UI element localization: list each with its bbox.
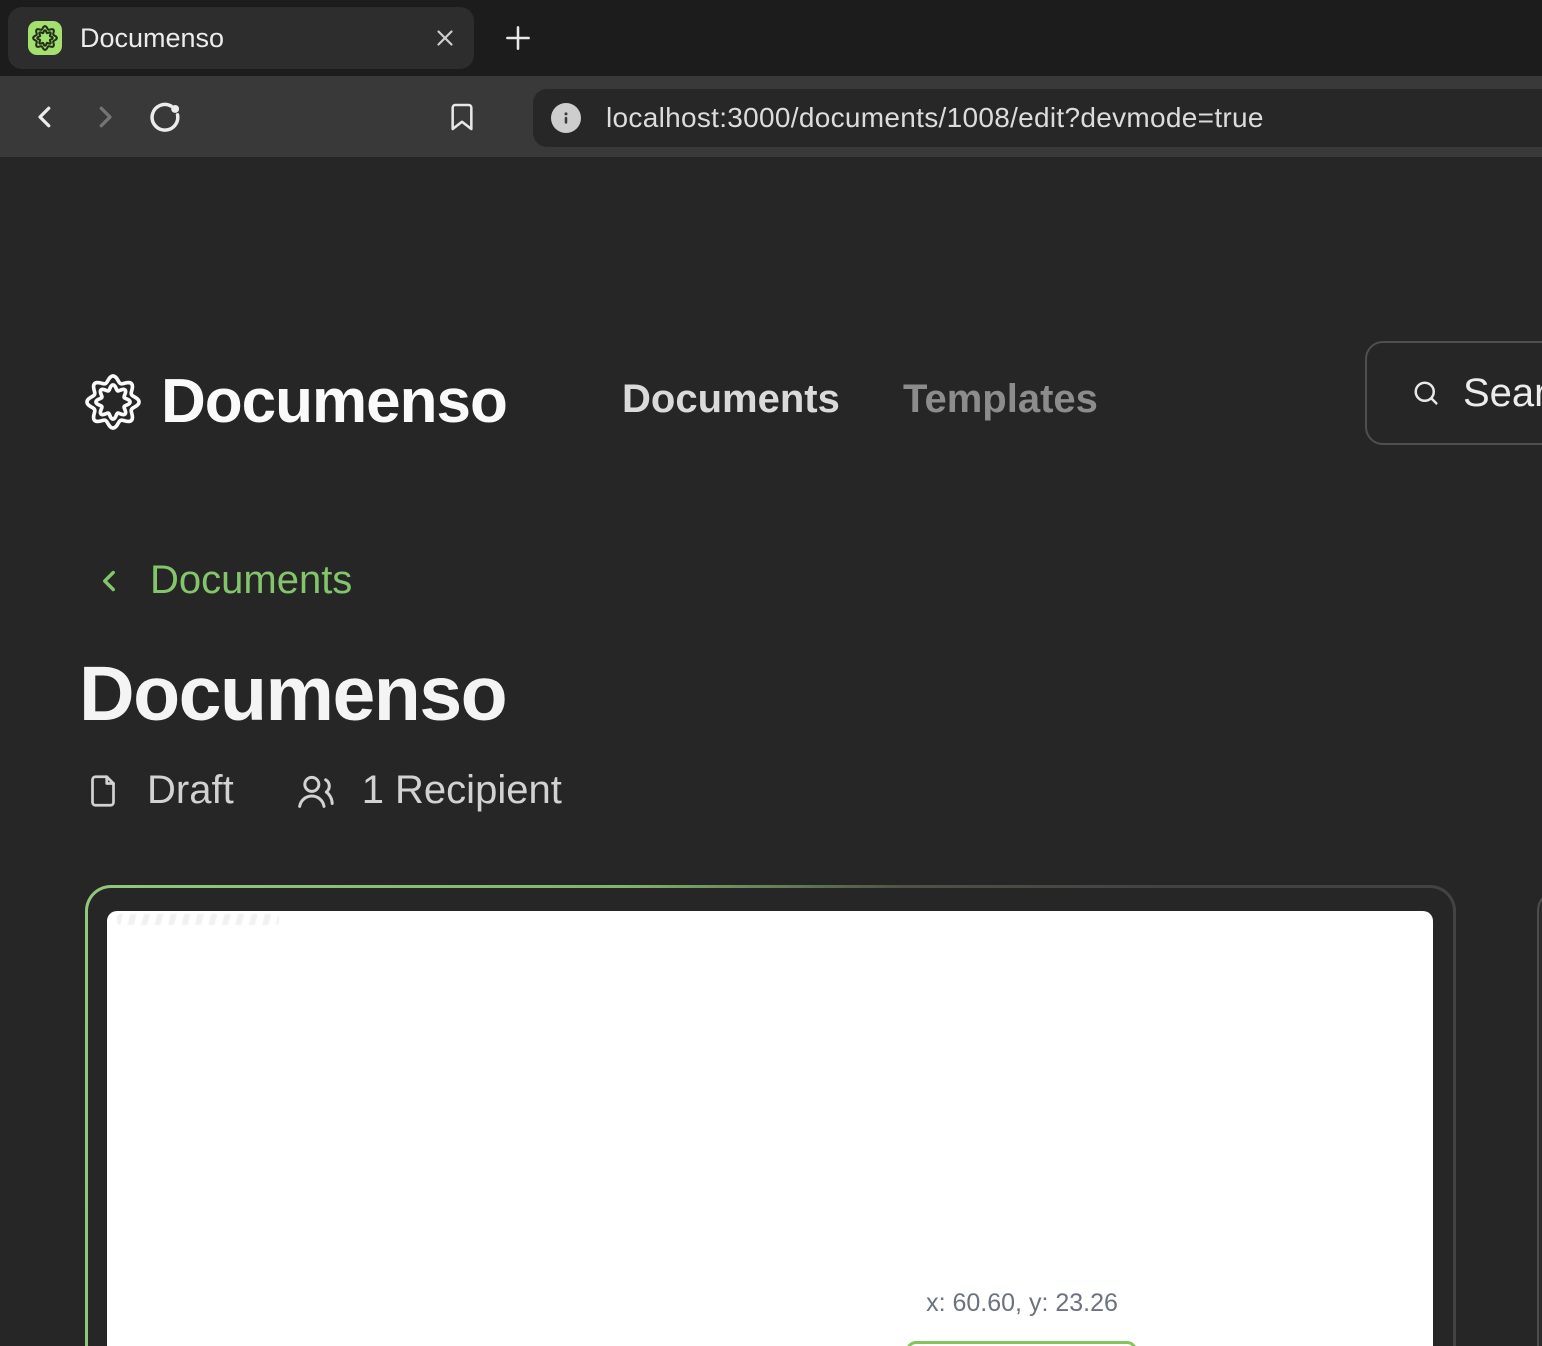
bookmark-icon xyxy=(446,101,478,133)
search-input[interactable]: Search xyxy=(1365,341,1542,445)
search-icon xyxy=(1411,378,1441,408)
recipients-badge: 1 Recipient xyxy=(296,768,562,813)
url-text: localhost:3000/documents/1008/edit?devmo… xyxy=(606,102,1264,134)
brand-name: Documenso xyxy=(161,366,507,437)
signature-field[interactable]: Signature xyxy=(906,1341,1137,1346)
chevron-right-icon xyxy=(90,102,120,132)
status-label: Draft xyxy=(147,768,234,813)
forward-button[interactable] xyxy=(90,102,120,132)
search-placeholder: Search xyxy=(1463,371,1542,416)
back-button[interactable] xyxy=(30,102,60,132)
document-meta: Draft 1 Recipient xyxy=(85,768,562,813)
url-bar[interactable]: localhost:3000/documents/1008/edit?devmo… xyxy=(533,89,1542,147)
reload-icon xyxy=(146,98,184,136)
status-badge: Draft xyxy=(85,768,234,813)
bookmark-button[interactable] xyxy=(446,101,478,133)
documenso-logo-icon xyxy=(85,374,141,430)
file-icon xyxy=(85,773,121,809)
reload-button[interactable] xyxy=(146,98,184,136)
plus-icon xyxy=(501,21,535,55)
nav-item-documents[interactable]: Documents xyxy=(622,377,840,422)
browser-window: Documenso xyxy=(0,0,1542,1346)
recipients-label: 1 Recipient xyxy=(362,768,562,813)
brand-logo[interactable]: Documenso xyxy=(85,366,507,437)
browser-tab-strip: Documenso xyxy=(0,0,1542,76)
cursor-coordinates: x: 60.60, y: 23.26 xyxy=(926,1289,1118,1318)
documenso-app: Documenso Documents Templates Search Doc… xyxy=(0,158,1542,1346)
page-faint-content xyxy=(117,914,279,925)
new-tab-button[interactable] xyxy=(501,21,535,55)
close-icon[interactable] xyxy=(432,25,458,51)
tab-title: Documenso xyxy=(80,23,432,54)
document-card-inner: x: 60.60, y: 23.26 Signature xyxy=(88,888,1453,1346)
chevron-left-icon xyxy=(30,102,60,132)
breadcrumb-label: Documents xyxy=(150,558,352,603)
users-icon xyxy=(296,771,336,811)
chevron-left-icon xyxy=(92,564,126,598)
document-card: x: 60.60, y: 23.26 Signature xyxy=(85,885,1456,1346)
site-info-button[interactable] xyxy=(551,103,581,133)
nav-item-templates[interactable]: Templates xyxy=(903,377,1098,422)
documenso-favicon-icon xyxy=(28,21,62,55)
page-title: Documenso xyxy=(79,650,506,739)
fields-panel-edge xyxy=(1537,889,1542,1346)
browser-toolbar: localhost:3000/documents/1008/edit?devmo… xyxy=(0,76,1542,158)
pdf-page[interactable]: x: 60.60, y: 23.26 Signature xyxy=(107,911,1433,1346)
browser-tab-documenso[interactable]: Documenso xyxy=(8,7,474,69)
breadcrumb-back-link[interactable]: Documents xyxy=(92,558,352,603)
info-icon xyxy=(557,109,575,127)
